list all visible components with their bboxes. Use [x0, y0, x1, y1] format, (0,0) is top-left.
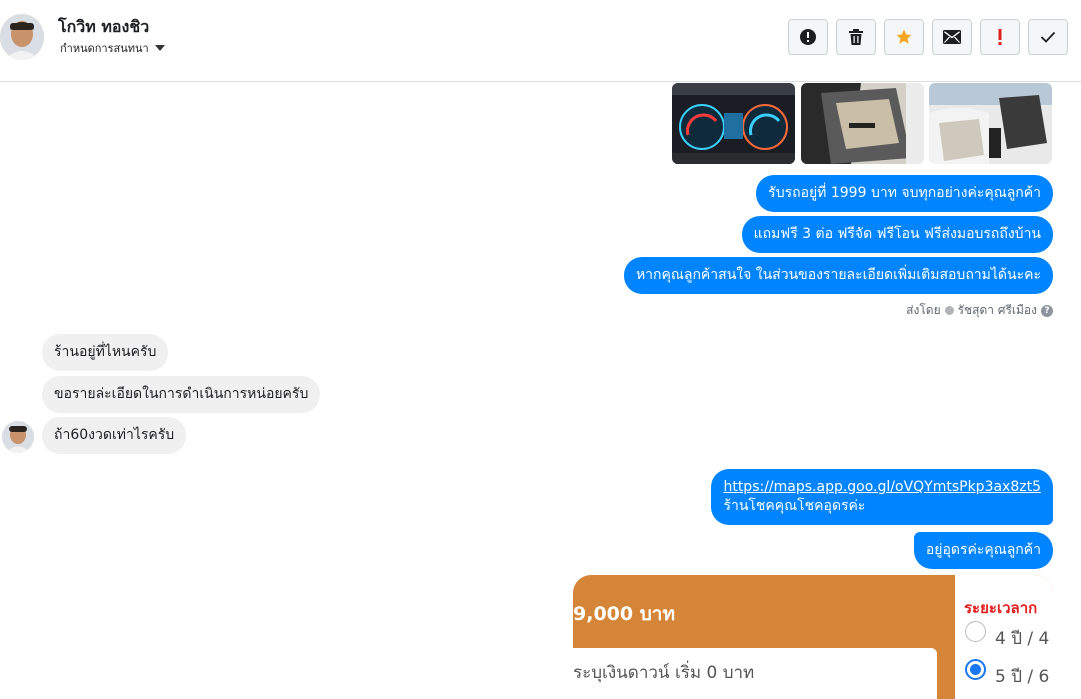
map-link[interactable]: https://maps.app.goo.gl/oVQYmtsPkp3ax8zt… — [723, 479, 1041, 495]
star-icon — [896, 29, 912, 44]
period-label: ระยะเวลาก — [964, 599, 1038, 617]
done-button[interactable] — [1028, 19, 1068, 55]
assign-conversation-dropdown[interactable]: กำหนดการสนทนา — [60, 39, 165, 57]
outgoing-message: แถมฟรี 3 ต่อ ฟรีจัด ฟรีโอน ฟรีส่งมอบรถถึ… — [741, 216, 1053, 253]
help-icon[interactable]: ? — [1041, 304, 1053, 317]
sent-by-indicator: ส่งโดย รัชสุดา ศรีเมือง ? — [906, 301, 1053, 320]
incoming-message: ร้านอยู่ที่ไหนครับ — [42, 334, 169, 371]
delete-button[interactable] — [836, 19, 876, 55]
period-option-2-label: 5 ปี / 6 — [995, 667, 1050, 687]
incoming-message: ขอรายล่ะเอียดในการดำเนินการหน่อยครับ — [42, 376, 321, 413]
star-button[interactable] — [884, 19, 924, 55]
photo-dashboard[interactable] — [672, 83, 795, 164]
message-thread: รับรถอยู่ที่ 1999 บาท จบทุกอย่างค่ะคุณลู… — [0, 82, 1081, 699]
photo-door-interior[interactable] — [801, 83, 924, 164]
conversation-header: โกวิท ทองชิว กำหนดการสนทนา — [0, 0, 1081, 82]
period-radio-option-2 — [965, 659, 986, 680]
sender-name[interactable]: รัชสุดา ศรีเมือง — [958, 301, 1037, 320]
period-panel: ระยะเวลาก 4 ปี / 4 5 ปี / 6 — [955, 575, 1053, 699]
assign-label: กำหนดการสนทนา — [60, 42, 149, 55]
outgoing-message: รับรถอยู่ที่ 1999 บาท จบทุกอย่างค่ะคุณลู… — [756, 175, 1053, 212]
exclamation-icon — [998, 29, 1002, 45]
header-actions — [788, 19, 1068, 55]
down-payment-text: ระบุเงินดาวน์ เริ่ม 0 บาท — [573, 663, 755, 683]
incoming-message: ถ้า60งวดเท่าไรครับ — [42, 417, 187, 454]
outgoing-message: หากคุณลูกค้าสนใจ ในส่วนของรายละเอียดเพิ่… — [623, 257, 1053, 294]
report-button[interactable] — [788, 19, 828, 55]
sender-status-icon — [944, 306, 954, 315]
outgoing-message-link: https://maps.app.goo.gl/oVQYmtsPkp3ax8zt… — [711, 469, 1053, 525]
photo-front-seats[interactable] — [929, 83, 1052, 164]
important-button[interactable] — [980, 19, 1020, 55]
trash-icon — [849, 29, 863, 45]
mark-unread-button[interactable] — [932, 19, 972, 55]
store-name-text: ร้านโชคคุณโชคอุดรค่ะ — [723, 498, 866, 514]
contact-avatar[interactable] — [0, 14, 44, 60]
alert-circle-icon — [800, 29, 816, 45]
contact-name: โกวิท ทองชิว — [58, 17, 150, 36]
caret-down-icon — [154, 45, 165, 51]
outgoing-message: อยู่อุดรค่ะคุณลูกค้า — [913, 532, 1053, 569]
promo-image[interactable]: 9,000 บาท ระบุเงินดาวน์ เริ่ม 0 บาท ระยะ… — [573, 575, 1053, 699]
promo-price: 9,000 บาท — [573, 603, 675, 625]
sent-by-label: ส่งโดย — [906, 303, 941, 317]
check-icon — [1040, 31, 1056, 43]
period-radio-option-1 — [965, 621, 986, 642]
envelope-icon — [943, 30, 961, 44]
period-option-1-label: 4 ปี / 4 — [995, 629, 1050, 649]
contact-avatar-small[interactable] — [2, 421, 34, 453]
